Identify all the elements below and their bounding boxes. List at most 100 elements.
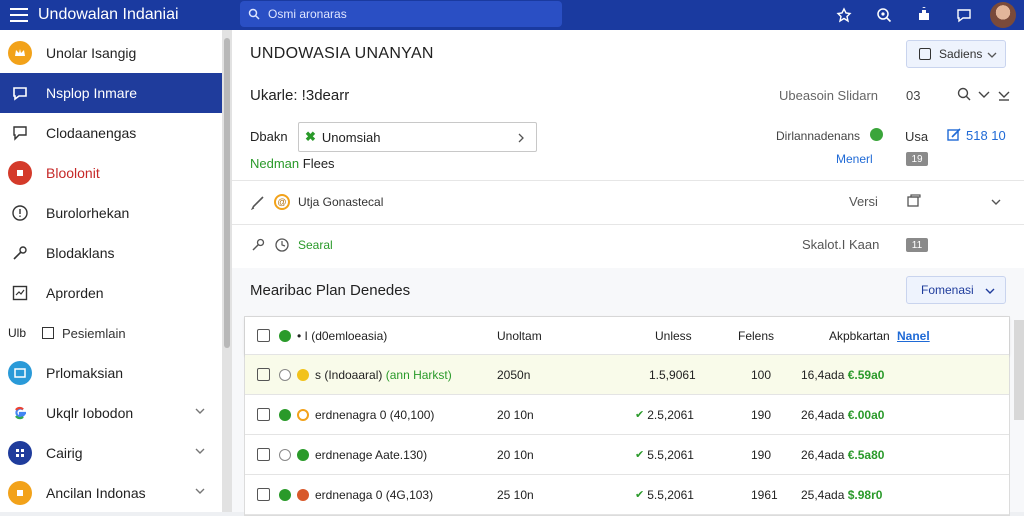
clock-icon bbox=[275, 238, 289, 252]
coin-icon bbox=[297, 448, 309, 461]
bookmark-icon bbox=[836, 7, 852, 23]
chat-button[interactable] bbox=[944, 0, 984, 30]
chevron-down-icon bbox=[195, 408, 205, 414]
search-placeholder: Osmi aronaras bbox=[268, 7, 347, 21]
cell-amount: €.59a0 bbox=[847, 367, 885, 382]
search-circle-button[interactable] bbox=[864, 0, 904, 30]
row-name-tag: (ann Harkst) bbox=[385, 367, 452, 382]
chevron-down-icon bbox=[985, 288, 995, 294]
coin-icon bbox=[297, 368, 309, 381]
note-label-green: Nedman bbox=[250, 156, 300, 171]
record-icon bbox=[8, 161, 32, 185]
select-button[interactable]: Sadiens bbox=[906, 40, 1006, 68]
row-name: erdnenage Aate.130) bbox=[315, 447, 428, 462]
check-icon: ✔ bbox=[635, 489, 645, 501]
sidebar-item-3[interactable]: Bloolonit bbox=[0, 153, 222, 193]
format-dropdown[interactable]: Fomenasi bbox=[906, 276, 1006, 304]
row1-count: 03 bbox=[906, 88, 921, 103]
option-row-1[interactable]: @ Utja Gonastecal bbox=[250, 194, 383, 210]
search-input[interactable]: Osmi aronaras bbox=[240, 1, 562, 27]
info-icon bbox=[8, 201, 32, 225]
option-right-label: Versi bbox=[849, 194, 878, 209]
column-header[interactable]: Unoltam bbox=[497, 317, 542, 354]
search-circle-icon bbox=[877, 8, 892, 23]
chevron-down-icon[interactable] bbox=[976, 86, 992, 102]
row-checkbox[interactable] bbox=[257, 448, 270, 461]
plan-section-title: Mearibac Plan Denedes bbox=[250, 282, 411, 299]
sidebar-item-7[interactable]: Ulb Pesiemlain bbox=[0, 313, 222, 353]
search-icon[interactable] bbox=[956, 86, 972, 102]
settings-card: UNDOWASIA UNANYAN Sadiens Ukarle: !3dear… bbox=[232, 30, 1024, 268]
manage-link[interactable]: Menerl bbox=[836, 152, 873, 166]
puzzle-icon bbox=[919, 7, 929, 20]
sidebar-item-0[interactable]: Unolar Isangig bbox=[0, 33, 222, 73]
sidebar-item-5[interactable]: Blodaklans bbox=[0, 233, 222, 273]
edit-link-label: 518 10 bbox=[966, 127, 1006, 143]
cell-value: 20 10n bbox=[497, 447, 534, 462]
key-icon bbox=[8, 241, 32, 265]
hamburger-menu-button[interactable] bbox=[0, 0, 38, 30]
section-heading: Ukarle: !3dearr bbox=[250, 87, 350, 104]
status-dot-icon bbox=[279, 448, 291, 461]
sidebar-item-10[interactable]: Cairig bbox=[0, 433, 222, 473]
filter-select[interactable]: ✖ Unomsiah bbox=[298, 122, 537, 152]
sidebar-item-label: Nsplop Inmare bbox=[46, 85, 138, 101]
main-scrollbar[interactable] bbox=[1014, 320, 1024, 420]
puzzle-button[interactable] bbox=[904, 0, 944, 30]
chevron-down-icon bbox=[195, 448, 205, 454]
user-avatar[interactable] bbox=[990, 2, 1016, 28]
pencil-icon bbox=[250, 196, 264, 210]
download-icon[interactable] bbox=[996, 86, 1012, 102]
cell-amount: €.00a0 bbox=[847, 407, 885, 422]
sidebar-scroll-thumb[interactable] bbox=[224, 38, 230, 348]
column-header-link[interactable]: Nanel bbox=[897, 317, 930, 354]
edit-link[interactable]: 518 10 bbox=[946, 127, 1006, 143]
sidebar-item-label: Pesiemlain bbox=[62, 325, 126, 341]
row-name: erdnenagra 0 (40,100) bbox=[315, 407, 435, 422]
filter-mark: ✖ bbox=[305, 129, 316, 144]
option-row-2[interactable]: Searal bbox=[250, 237, 333, 253]
note-label-rest: Flees bbox=[302, 156, 335, 171]
cell-amount: $.98r0 bbox=[847, 487, 883, 502]
table-row[interactable]: erdnenaga 0 (4G,103) 25 10n ✔ 5.5,2061 19… bbox=[245, 475, 1009, 515]
table-row[interactable]: s (Indoaaral) (ann Harkst) 2050n 1.5,906… bbox=[245, 355, 1009, 395]
status-dot-icon bbox=[279, 368, 291, 381]
chevron-down-icon[interactable] bbox=[990, 196, 1002, 208]
table-row[interactable]: erdnenagra 0 (40,100) 20 10n ✔ 2.5,2061 1… bbox=[245, 395, 1009, 435]
sidebar-item-2[interactable]: Clodaanengas bbox=[0, 113, 222, 153]
table-row[interactable]: erdnenage Aate.130) 20 10n ✔ 5.5,2061 190… bbox=[245, 435, 1009, 475]
speech-icon bbox=[8, 81, 32, 105]
column-header[interactable]: • I (d0emloeasia) bbox=[297, 329, 387, 343]
row-checkbox[interactable] bbox=[257, 408, 270, 421]
copy-icon[interactable] bbox=[906, 193, 922, 209]
format-dropdown-label: Fomenasi bbox=[921, 283, 974, 297]
column-header[interactable]: Unless bbox=[655, 317, 692, 354]
sidebar-item-1[interactable]: Nsplop Inmare bbox=[0, 73, 222, 113]
sidebar-item-label: Burolorhekan bbox=[46, 205, 130, 221]
bookmark-button[interactable] bbox=[824, 0, 864, 30]
plan-table: • I (d0emloeasia) Unoltam Unless Felens … bbox=[244, 316, 1010, 516]
sidebar-item-label: Blodaklans bbox=[46, 245, 115, 261]
sidebar-scrollbar[interactable] bbox=[222, 30, 232, 512]
select-all-checkbox[interactable] bbox=[257, 329, 270, 342]
sidebar: Unolar Isangig Nsplop Inmare Clodaanenga… bbox=[0, 30, 222, 512]
sidebar-item-6[interactable]: Aprorden bbox=[0, 273, 222, 313]
top-app-bar: Undowalan Indaniai Osmi aronaras bbox=[0, 0, 1024, 30]
cell-value: 26,4ada bbox=[801, 407, 845, 422]
sidebar-item-8[interactable]: Prlomaksian bbox=[0, 353, 222, 393]
sidebar-item-4[interactable]: Burolorhekan bbox=[0, 193, 222, 233]
sidebar-item-label: Bloolonit bbox=[46, 165, 100, 181]
column-header[interactable]: Felens bbox=[738, 317, 774, 354]
cell-value: 20 10n bbox=[497, 407, 534, 422]
cell-value: 5.5,2061 bbox=[647, 487, 694, 502]
sidebar-item-11[interactable]: Ancilan Indonas bbox=[0, 473, 222, 513]
sidebar-item-label: Prlomaksian bbox=[46, 365, 124, 381]
row-checkbox[interactable] bbox=[257, 368, 270, 381]
option-right-label: Skalot.I Kaan bbox=[802, 237, 880, 252]
cell-value: 16,4ada bbox=[801, 367, 845, 382]
sidebar-item-9[interactable]: Ukqlr Iobodon bbox=[0, 393, 222, 433]
row-checkbox[interactable] bbox=[257, 488, 270, 501]
column-header[interactable]: Akpbkartan bbox=[829, 317, 890, 354]
cell-value: 2050n bbox=[497, 367, 531, 382]
download-icon bbox=[8, 481, 32, 505]
